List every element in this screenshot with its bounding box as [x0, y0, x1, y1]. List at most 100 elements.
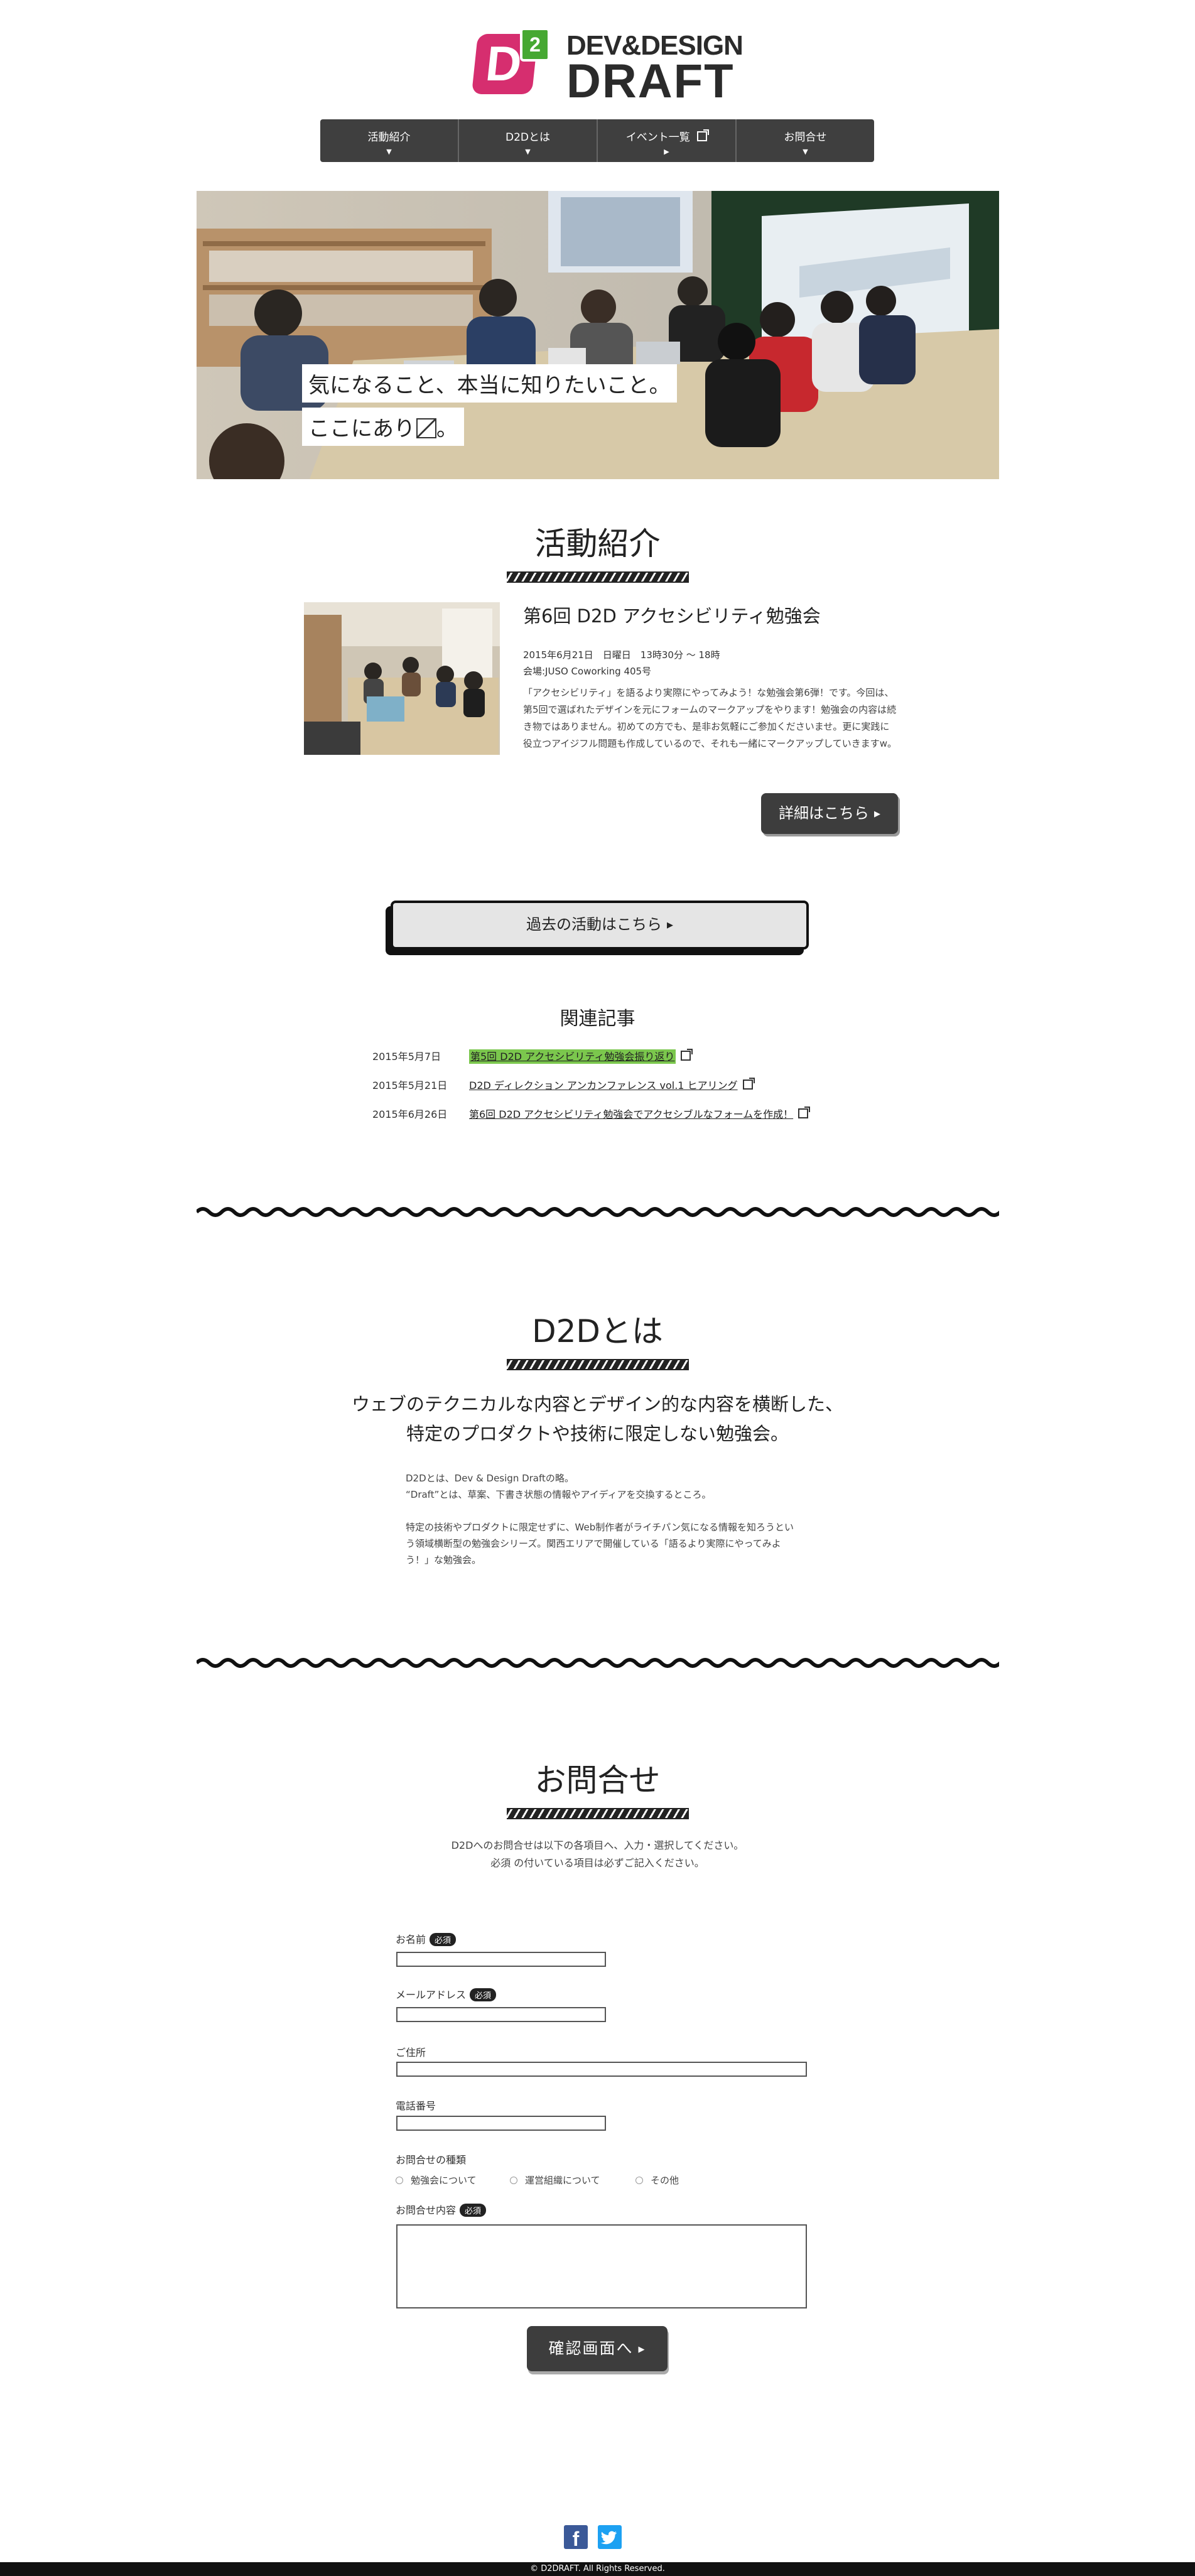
about-lead: ウェブのテクニカルな内容とデザイン的な内容を横断した、 特定のプロダクトや技術に…	[0, 1390, 1195, 1449]
contact-intro: D2Dへのお問合せは以下の各項目へ、入力・選択してください。 必須 の付いている…	[0, 1837, 1195, 1872]
message-label: お問合せ内容 必須	[396, 2202, 487, 2217]
main-nav: 活動紹介 ▼ D2Dとは ▼ イベント一覧 ▶ お問合せ ▼	[320, 119, 874, 162]
nav-item-about[interactable]: D2Dとは ▼	[459, 119, 598, 162]
hero-banner: 気になること、本当に知りたいこと。 ここにあり。	[197, 191, 999, 479]
hero-caption-line2-end: 。	[436, 416, 458, 441]
past-activities-button[interactable]: 過去の活動はこちら ▶	[391, 901, 809, 950]
phone-label: 電話番号	[396, 2100, 436, 2112]
wave-divider	[197, 1658, 999, 1668]
about-heading: D2Dとは	[532, 1313, 663, 1350]
about-section-heading: D2Dとは	[0, 1306, 1195, 1370]
hero-caption-line1: 気になること、本当に知りたいこと。	[302, 364, 677, 403]
radio-option-label: その他	[651, 2175, 679, 2186]
logo-mark-letter: D	[483, 36, 525, 91]
contact-heading: お問合せ	[534, 1762, 661, 1799]
radio-option-label: 勉強会について	[411, 2175, 477, 2186]
radio-option-other[interactable]: その他	[635, 2173, 679, 2187]
logo-badge: 2	[520, 28, 550, 62]
logo-line2: DRAFT	[566, 55, 735, 108]
required-badge: 必須	[430, 1933, 457, 1946]
heading-stripe-divider	[506, 1359, 689, 1370]
inquiry-type-label: お問合せの種類	[396, 2154, 467, 2166]
radio-option-study[interactable]: 勉強会について	[396, 2173, 477, 2187]
detail-button[interactable]: 詳細はこちら ▶	[761, 793, 898, 834]
nav-item-label: D2Dとは	[506, 131, 550, 144]
activity-description: 「アクセシビリティ」を語るより実際にやってみよう！な勉強会第6弾！です。今回は、…	[523, 687, 897, 749]
related-articles-title: 関連記事	[560, 1008, 635, 1030]
related-article-date: 2015年5月7日	[372, 1051, 441, 1063]
radio-icon	[396, 2177, 403, 2184]
email-label-text: メールアドレス	[396, 1989, 467, 2001]
radio-icon	[635, 2177, 643, 2184]
address-field[interactable]	[396, 2062, 807, 2077]
contact-section-heading: お問合せ	[0, 1755, 1195, 1819]
address-label: ご住所	[396, 2047, 426, 2059]
heading-stripe-divider	[506, 1808, 689, 1819]
detail-button-label: 詳細はこちら	[779, 804, 869, 822]
nav-item-contact[interactable]: お問合せ ▼	[737, 119, 874, 162]
confirm-button[interactable]: 確認画面へ ▶	[527, 2326, 668, 2371]
related-article-link[interactable]: 第5回 D2D アクセシビリティ勉強会振り返り	[469, 1049, 676, 1064]
contact-intro-line1: D2Dへのお問合せは以下の各項目へ、入力・選択してください。	[451, 1839, 744, 1851]
external-link-icon	[798, 1107, 811, 1118]
nav-item-label: イベント一覧	[625, 131, 690, 144]
arrow-right-icon: ▶	[667, 921, 673, 930]
heading-stripe-divider	[506, 571, 689, 583]
arrow-down-icon: ▼	[803, 148, 808, 156]
about-lead-line1: ウェブのテクニカルな内容とデザイン的な内容を横断した、	[351, 1394, 843, 1415]
hero-caption-line2-text: ここにあり	[308, 416, 415, 441]
about-paragraph-2: 特定の技術やプロダクトに限定せずに、Web制作者がライチパン気になる情報を知ろう…	[406, 1522, 794, 1566]
related-article-row: 2015年5月21日 D2D ディレクション アンカンファレンス vol.1 ヒア…	[372, 1077, 755, 1092]
facebook-icon[interactable]: f	[564, 2525, 588, 2550]
name-field[interactable]	[396, 1952, 606, 1967]
radio-icon	[510, 2177, 517, 2184]
arrow-down-icon: ▼	[525, 148, 531, 156]
related-article-link[interactable]: 第6回 D2D アクセシビリティ勉強会でアクセシブルなフォームを作成！	[469, 1108, 793, 1120]
hero-caption-line2: ここにあり。	[302, 408, 464, 446]
radio-option-label: 運営組織について	[525, 2175, 600, 2186]
name-label: お名前 必須	[396, 1931, 457, 1946]
arrow-right-icon: ▶	[664, 148, 669, 156]
phone-field[interactable]	[396, 2116, 606, 2131]
nav-item-label: お問合せ	[784, 131, 827, 144]
activity-title: 第6回 D2D アクセシビリティ勉強会	[523, 605, 821, 627]
activity-date: 2015年6月21日 日曜日 13時30分 〜 18時	[523, 649, 720, 661]
activity-venue: 会場:JUSO Coworking 405号	[523, 666, 652, 677]
hero-caption: 気になること、本当に知りたいこと。 ここにあり。	[302, 364, 677, 451]
confirm-button-label: 確認画面へ	[548, 2339, 634, 2357]
footer-bar: © D2DRAFT. All Rights Reserved.	[0, 2562, 1195, 2576]
related-article-link[interactable]: D2D ディレクション アンカンファレンス vol.1 ヒアリング	[469, 1080, 738, 1091]
related-article-date: 2015年6月26日	[372, 1108, 448, 1120]
related-article-row: 2015年6月26日 第6回 D2D アクセシビリティ勉強会でアクセシブルなフォー…	[372, 1106, 811, 1121]
message-label-text: お問合せ内容	[396, 2204, 457, 2216]
required-badge: 必須	[460, 2204, 487, 2217]
name-label-text: お名前	[396, 1934, 426, 1946]
about-lead-line2: 特定のプロダクトや技術に限定しない勉強会。	[406, 1423, 789, 1444]
about-paragraph-1: D2Dとは、Dev & Design Draftの略。 “Draft”とは、草案…	[406, 1470, 795, 1503]
site-logo[interactable]: D 2 DEV&DESIGN DRAFT	[471, 28, 743, 108]
activity-heading: 活動紹介	[534, 526, 661, 562]
email-field[interactable]	[396, 2007, 606, 2022]
copyright-text: © D2DRAFT. All Rights Reserved.	[530, 2564, 665, 2573]
activity-photo	[304, 602, 500, 755]
activity-meta: 2015年6月21日 日曜日 13時30分 〜 18時 会場:JUSO Cowo…	[523, 647, 720, 679]
external-link-icon	[697, 129, 710, 141]
nav-item-activities[interactable]: 活動紹介 ▼	[320, 119, 459, 162]
twitter-icon[interactable]	[598, 2525, 622, 2549]
external-link-icon	[681, 1049, 693, 1061]
nav-item-events[interactable]: イベント一覧 ▶	[598, 119, 737, 162]
arrow-right-icon: ▶	[638, 2345, 646, 2354]
arrow-right-icon: ▶	[874, 809, 880, 819]
nav-item-label: 活動紹介	[367, 131, 411, 144]
about-p1-line1: D2Dとは、Dev & Design Draftの略。	[406, 1473, 574, 1484]
radio-option-organization[interactable]: 運営組織について	[510, 2173, 600, 2187]
message-textarea[interactable]	[396, 2224, 807, 2308]
related-article-date: 2015年5月21日	[372, 1080, 448, 1091]
external-link-icon	[742, 1078, 755, 1090]
activity-photo-image	[304, 602, 500, 755]
slash-box-icon	[416, 418, 436, 438]
about-p1-line2: “Draft”とは、草案、下書き状態の情報やアイディアを交換するところ。	[406, 1489, 711, 1500]
about-body: D2Dとは、Dev & Design Draftの略。 “Draft”とは、草案…	[406, 1470, 795, 1584]
twitter-bird-icon	[601, 2531, 617, 2545]
required-badge: 必須	[470, 1988, 497, 2001]
